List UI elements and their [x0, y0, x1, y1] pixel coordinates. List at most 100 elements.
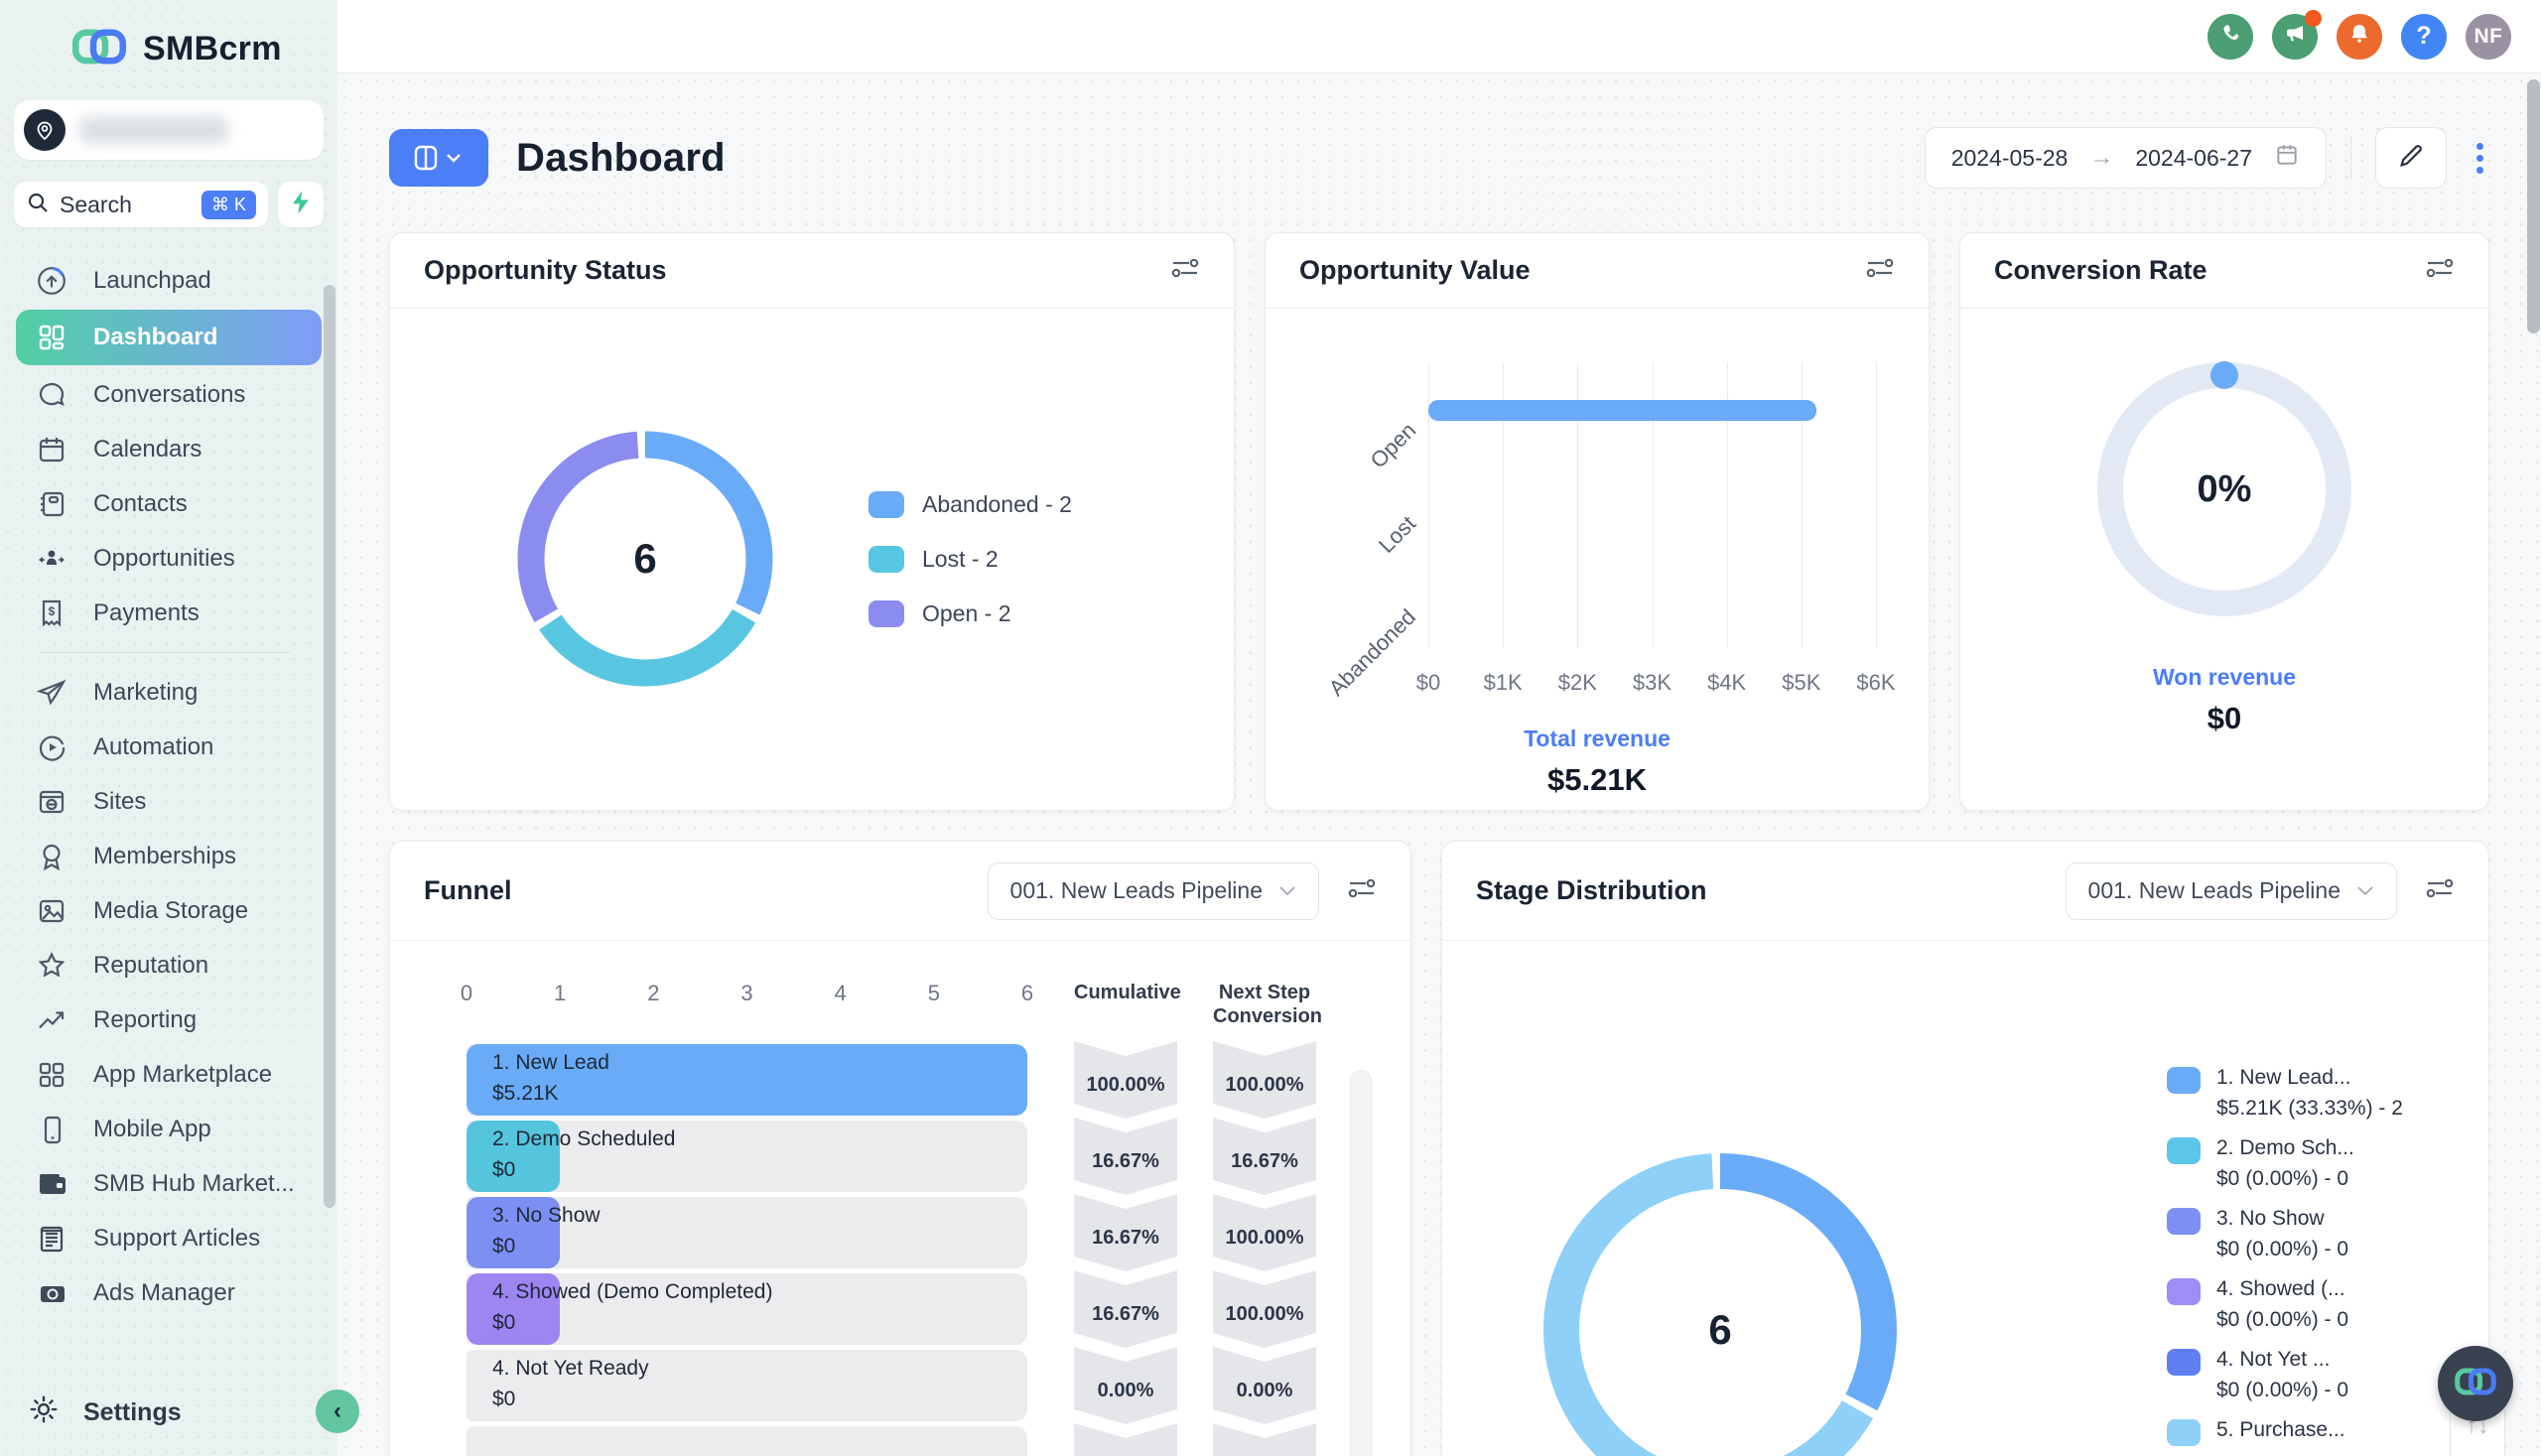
cumulative-value: 16.67% — [1074, 1194, 1177, 1271]
sidebar-item-settings[interactable]: Settings — [0, 1369, 337, 1456]
opportunity-status-card: Opportunity Status — [389, 232, 1235, 811]
sidebar-item-memberships[interactable]: Memberships — [0, 829, 337, 883]
card-title: Stage Distribution — [1476, 875, 1707, 906]
funnel-row: 4. Showed (Demo Completed)$0 16.67% 100.… — [467, 1273, 1410, 1345]
document-icon — [36, 1224, 67, 1254]
legend-item: 4. Showed (...$0 (0.00%) - 0 — [2167, 1273, 2403, 1335]
image-icon — [36, 896, 67, 926]
announcements-button[interactable] — [2272, 14, 2318, 60]
phone-icon — [2218, 22, 2242, 51]
paper-plane-icon — [36, 678, 67, 708]
notification-dot — [2305, 10, 2322, 27]
donut-total: 6 — [1532, 1141, 1909, 1456]
divider — [2350, 136, 2351, 180]
legend-item: 1. New Lead...$5.21K (33.33%) - 2 — [2167, 1062, 2403, 1124]
calendar-icon — [36, 435, 67, 464]
sidebar-item-label: Payments — [93, 599, 200, 627]
sidebar-item-sites[interactable]: Sites — [0, 774, 337, 829]
filter-sliders-icon[interactable] — [1170, 254, 1200, 287]
date-to[interactable]: 2024-06-27 — [2135, 145, 2252, 172]
sidebar-item-dashboard[interactable]: Dashboard — [16, 310, 322, 365]
trend-up-icon — [36, 1005, 67, 1035]
legend-item: Lost - 2 — [869, 546, 1072, 573]
filter-sliders-icon[interactable] — [2425, 874, 2455, 907]
total-revenue-value: $5.21K — [1266, 762, 1929, 798]
won-revenue-label[interactable]: Won revenue — [2153, 664, 2296, 691]
sidebar-item-conversations[interactable]: Conversations — [0, 367, 337, 422]
chat-widget-button[interactable] — [2438, 1346, 2513, 1421]
pencil-icon — [2397, 142, 2425, 175]
legend-item: 2. Demo Sch...$0 (0.00%) - 0 — [2167, 1132, 2403, 1194]
cumulative-value: 16.67% — [1074, 1118, 1177, 1195]
stage-distribution-donut: 6 — [1532, 1141, 1909, 1456]
more-options-button[interactable] — [2471, 137, 2489, 180]
dashboard-switcher-button[interactable] — [389, 129, 488, 187]
chevron-down-icon — [448, 155, 460, 161]
sidebar-item-label: Calendars — [93, 436, 201, 463]
search-input[interactable]: Search ⌘ K — [14, 182, 268, 227]
legend-swatch — [2167, 1067, 2201, 1094]
sidebar-item-label: Support Articles — [93, 1225, 260, 1253]
legend-item: 3. No Show$0 (0.00%) - 0 — [2167, 1203, 2403, 1264]
filter-sliders-icon[interactable] — [1865, 254, 1895, 287]
cumulative-value: 0.00% — [1074, 1347, 1177, 1424]
user-avatar[interactable]: NF — [2466, 14, 2511, 60]
sidebar-item-reporting[interactable]: Reporting — [0, 993, 337, 1047]
sidebar-item-automation[interactable]: Automation — [0, 720, 337, 774]
legend-swatch — [2167, 1419, 2201, 1446]
sidebar: SMBcrm Search ⌘ K — [0, 0, 337, 1456]
total-revenue-label[interactable]: Total revenue — [1266, 726, 1929, 752]
grid-icon — [36, 1060, 67, 1090]
account-switcher[interactable] — [14, 100, 324, 160]
sidebar-item-marketing[interactable]: Marketing — [0, 665, 337, 720]
quick-actions-button[interactable] — [278, 182, 324, 227]
scrollbar-thumb[interactable] — [2527, 79, 2540, 333]
legend-swatch — [2167, 1349, 2201, 1376]
page-scrollbar[interactable] — [2527, 79, 2540, 1449]
sidebar-item-app-marketplace[interactable]: App Marketplace — [0, 1047, 337, 1102]
app-window: SMBcrm Search ⌘ K — [0, 0, 2541, 1456]
search-placeholder: Search — [60, 192, 192, 218]
filter-sliders-icon[interactable] — [2425, 254, 2455, 287]
sidebar-item-smb-hub-market[interactable]: SMB Hub Market... — [0, 1156, 337, 1211]
status-legend: Abandoned - 2 Lost - 2 Open - 2 — [869, 491, 1072, 627]
date-from[interactable]: 2024-05-28 — [1951, 145, 2069, 172]
payments-receipt-icon: $ — [36, 598, 67, 628]
sidebar-collapse-button[interactable]: ‹ — [316, 1390, 359, 1433]
funnel-scrollbar[interactable] — [1350, 1070, 1372, 1456]
pipeline-select[interactable]: 001. New Leads Pipeline — [2066, 862, 2397, 920]
sidebar-item-media-storage[interactable]: Media Storage — [0, 883, 337, 938]
sidebar-item-calendars[interactable]: Calendars — [0, 422, 337, 476]
legend-swatch — [869, 546, 904, 573]
sidebar-item-contacts[interactable]: Contacts — [0, 476, 337, 531]
help-button[interactable]: ? — [2401, 14, 2447, 60]
sidebar-item-opportunities[interactable]: Opportunities — [0, 531, 337, 586]
sidebar-item-support-articles[interactable]: Support Articles — [0, 1211, 337, 1265]
cumulative-column-header: Cumulative — [1074, 981, 1177, 1004]
opportunity-status-donut: 6 — [511, 425, 779, 693]
date-range-picker[interactable]: 2024-05-28 → 2024-06-27 — [1925, 127, 2327, 189]
funnel-axis: 0 1 2 3 4 5 6 — [467, 981, 1027, 1014]
sidebar-item-label: Launchpad — [93, 267, 211, 295]
launchpad-icon — [36, 265, 67, 297]
phone-button[interactable] — [2207, 14, 2253, 60]
dashboard-grid-icon — [36, 323, 67, 352]
legend-swatch — [869, 491, 904, 518]
pipeline-select[interactable]: 001. New Leads Pipeline — [988, 862, 1319, 920]
sidebar-item-label: Contacts — [93, 490, 188, 518]
gear-icon — [28, 1393, 60, 1432]
sidebar-item-mobile-app[interactable]: Mobile App — [0, 1102, 337, 1156]
legend-item: 5. Purchase... — [2167, 1414, 2403, 1446]
page-title: Dashboard — [516, 136, 726, 181]
sidebar-item-reputation[interactable]: Reputation — [0, 938, 337, 993]
chat-bubble-icon — [36, 380, 67, 410]
sidebar-item-launchpad[interactable]: Launchpad — [0, 253, 337, 308]
notifications-button[interactable] — [2337, 14, 2382, 60]
sidebar-item-ads-manager[interactable]: Ads Manager — [0, 1265, 337, 1320]
category-label: Lost — [1374, 511, 1421, 559]
edit-dashboard-button[interactable] — [2375, 127, 2447, 189]
filter-sliders-icon[interactable] — [1347, 874, 1377, 907]
sidebar-item-label: Media Storage — [93, 897, 248, 925]
sidebar-scrollbar[interactable] — [324, 285, 335, 1208]
sidebar-item-payments[interactable]: $ Payments — [0, 586, 337, 640]
